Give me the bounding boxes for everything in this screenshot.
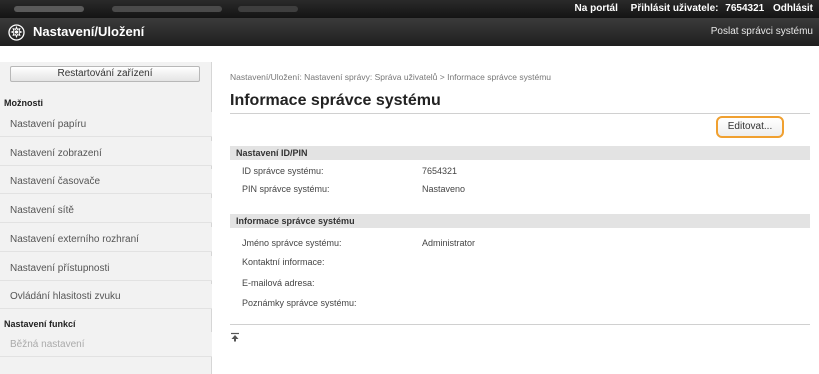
row-label: E-mailová adresa: bbox=[242, 278, 315, 288]
login-label: Přihlásit uživatele: bbox=[630, 3, 719, 14]
row-label: PIN správce systému: bbox=[242, 184, 330, 194]
settings-icon bbox=[8, 24, 25, 41]
top-links: Na portál Přihlásit uživatele: 7654321 O… bbox=[565, 3, 813, 14]
info-row: PIN správce systému: Nastaveno bbox=[230, 184, 810, 197]
portal-link[interactable]: Na portál bbox=[575, 3, 618, 14]
row-label: Poznámky správce systému: bbox=[242, 298, 357, 308]
sidebar-item-network[interactable]: Nastavení sítě bbox=[0, 198, 212, 223]
row-label: ID správce systému: bbox=[242, 166, 324, 176]
sidebar-item-common-settings[interactable]: Běžná nastavení bbox=[0, 332, 212, 357]
sidebar-item-external-interface[interactable]: Nastavení externího rozhraní bbox=[0, 227, 212, 252]
title-divider bbox=[230, 113, 810, 114]
sidebar-section-functions: Nastavení funkcí bbox=[4, 319, 76, 329]
back-to-top-icon[interactable] bbox=[230, 332, 240, 342]
info-row: Jméno správce systému: Administrator bbox=[230, 238, 810, 251]
logout-link[interactable]: Odhlásit bbox=[773, 3, 813, 14]
row-label: Jméno správce systému: bbox=[242, 238, 342, 248]
section-id-pin-header: Nastavení ID/PIN bbox=[230, 146, 810, 160]
top-bar: Na portál Přihlásit uživatele: 7654321 O… bbox=[0, 0, 819, 18]
restart-device-button[interactable]: Restartování zařízení bbox=[10, 66, 200, 82]
edit-button[interactable]: Editovat... bbox=[716, 116, 784, 138]
user-id: 7654321 bbox=[725, 3, 765, 14]
row-value: Administrator bbox=[422, 238, 476, 248]
info-row: Kontaktní informace: bbox=[230, 257, 810, 270]
row-value: Nastaveno bbox=[422, 184, 466, 194]
sidebar-item-display[interactable]: Nastavení zobrazení bbox=[0, 141, 212, 166]
bottom-divider bbox=[230, 324, 810, 325]
send-to-admin-link[interactable]: Poslat správci systému bbox=[711, 26, 813, 37]
row-label: Kontaktní informace: bbox=[242, 257, 325, 267]
sidebar-item-accessibility[interactable]: Nastavení přístupnosti bbox=[0, 256, 212, 281]
info-row: Poznámky správce systému: bbox=[230, 298, 810, 311]
breadcrumb: Nastavení/Uložení: Nastavení správy: Spr… bbox=[230, 72, 552, 82]
header: Nastavení/Uložení Poslat správci systému bbox=[0, 18, 819, 46]
sidebar-item-timer[interactable]: Nastavení časovače bbox=[0, 169, 212, 194]
device-name-placeholder bbox=[14, 6, 84, 12]
section-admin-info-header: Informace správce systému bbox=[230, 214, 810, 228]
info-row: ID správce systému: 7654321 bbox=[230, 166, 810, 179]
row-value: 7654321 bbox=[422, 166, 458, 176]
info-row: E-mailová adresa: bbox=[230, 278, 810, 291]
page-title: Informace správce systému bbox=[230, 92, 441, 109]
app-title: Nastavení/Uložení bbox=[33, 24, 145, 39]
sidebar: Restartování zařízení Možnosti Nastavení… bbox=[0, 62, 212, 374]
sidebar-item-paper[interactable]: Nastavení papíru bbox=[0, 112, 212, 137]
sidebar-item-volume[interactable]: Ovládání hlasitosti zvuku bbox=[0, 284, 212, 309]
device-address-placeholder bbox=[112, 6, 222, 12]
sidebar-section-options: Možnosti bbox=[4, 98, 43, 108]
device-info-placeholder bbox=[238, 6, 298, 12]
